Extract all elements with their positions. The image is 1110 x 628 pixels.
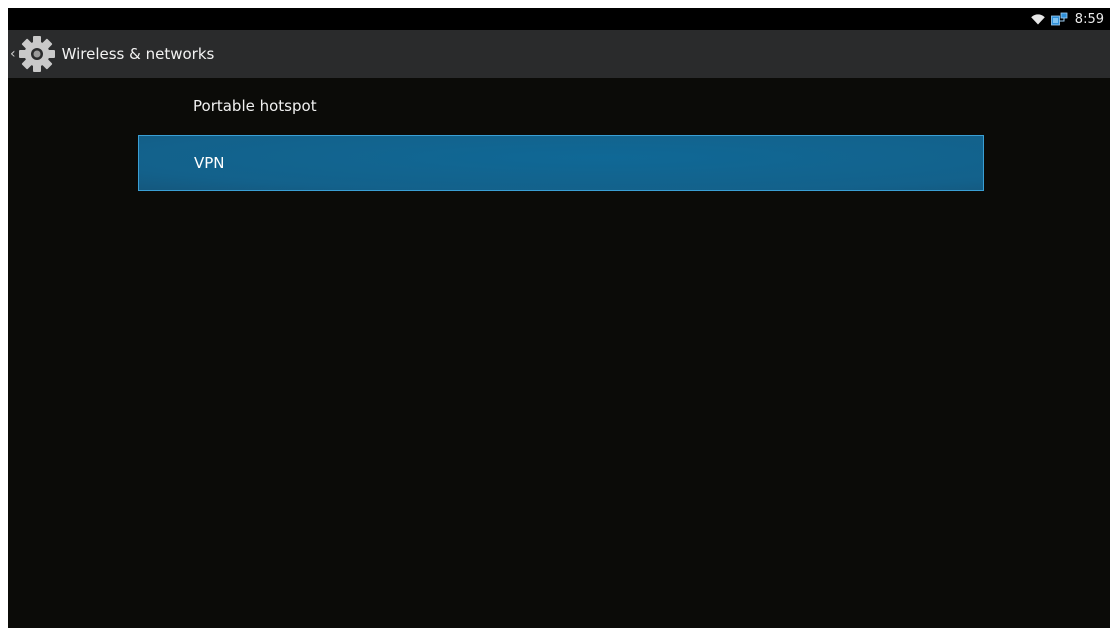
- screen: 8:59 ‹ Wireless & networks Portable hots…: [8, 8, 1110, 628]
- list-item-label: Portable hotspot: [193, 97, 317, 115]
- list-item-portable-hotspot[interactable]: Portable hotspot: [138, 78, 984, 134]
- status-time: 8:59: [1074, 11, 1104, 27]
- chevron-left-icon: ‹: [10, 46, 16, 62]
- settings-gear-icon: [18, 36, 55, 72]
- list-item-vpn[interactable]: VPN: [138, 135, 984, 191]
- status-bar: 8:59: [8, 8, 1110, 30]
- status-icons: 8:59: [1030, 8, 1104, 30]
- ethernet-icon: [1050, 12, 1068, 26]
- page-title: Wireless & networks: [61, 45, 215, 63]
- wifi-icon: [1030, 13, 1045, 24]
- up-button[interactable]: ‹: [8, 30, 56, 78]
- action-bar: ‹ Wireless & networks: [8, 30, 1110, 78]
- list-item-label: VPN: [194, 154, 225, 172]
